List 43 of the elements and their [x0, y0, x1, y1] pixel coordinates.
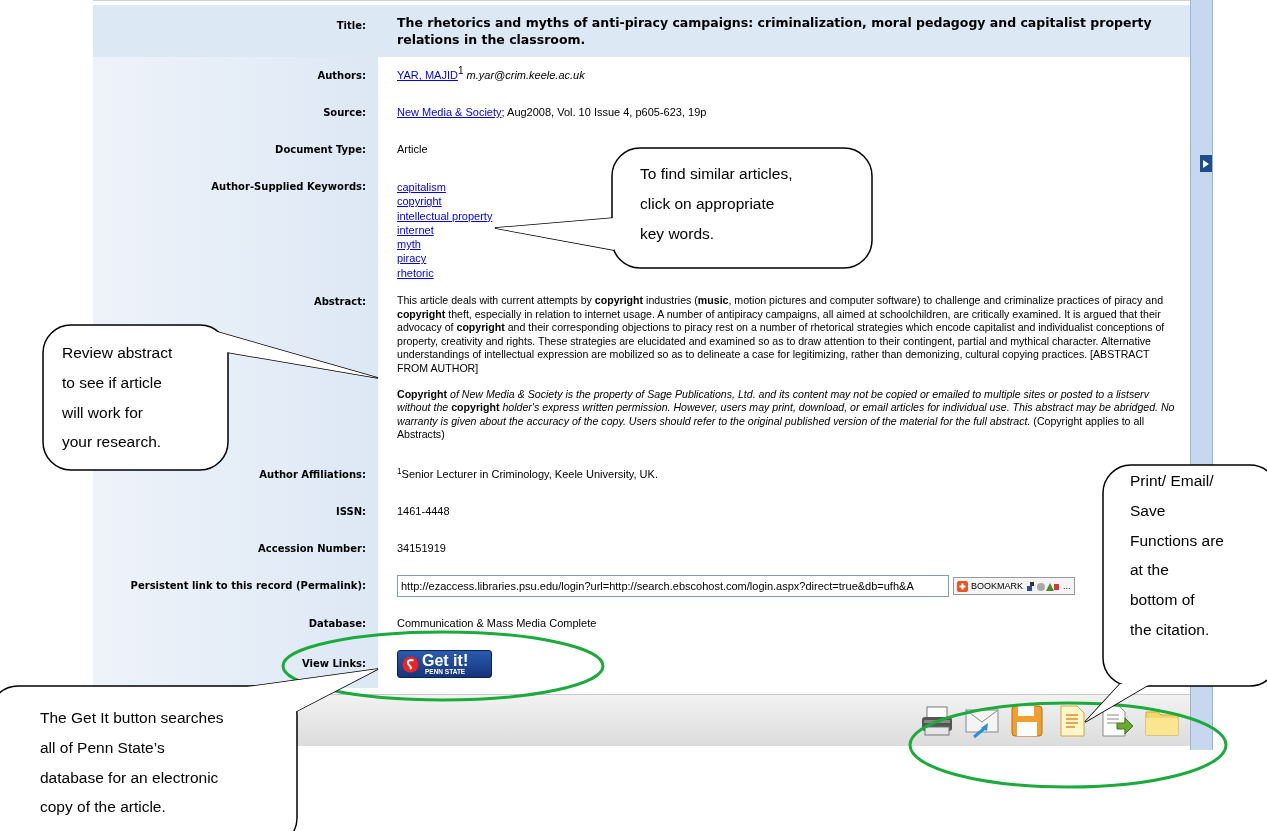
callout-text: Review abstract to see if article will work for your research. [62, 343, 173, 453]
expand-button[interactable] [1200, 155, 1212, 172]
keyword-link[interactable]: capitalism [397, 180, 446, 195]
field-value: Communication & Mass Media Complete [397, 617, 597, 629]
keyword-link[interactable]: internet [397, 222, 434, 238]
field-label: View Links: [302, 658, 366, 669]
field-label: Database: [308, 618, 366, 629]
expand-icon [1203, 159, 1209, 168]
plus-icon [957, 580, 968, 592]
field-value: 34151919 [397, 542, 446, 554]
record-title: The rhetorics and myths of anti-piracy campaigns: criminalization, moral pedagogy and capitalist property relations in the classroom. [397, 15, 1152, 47]
keyword-link[interactable]: myth [397, 237, 421, 252]
footnote-mark: 1 [457, 65, 464, 76]
field-label: Persistent link to this record (Permalink): [130, 580, 366, 591]
field-label: Author Affiliations: [259, 469, 366, 480]
abstract-paragraph: Copyright of New Media & Society is the property of Sage Publications, Ltd. and its content may not be copied or emailed to multiple sites or posted to a listserv without the copyright holder's express written permission. However, users may print, download, or email articles for individual use. This abstract may be abridged. No warranty is given about the accuracy of the copy. Users should refer to the original published version of the material for the full abstract. (Copyright applies to all Abstracts) [397, 387, 1175, 442]
field-label: Author-Supplied Keywords: [211, 181, 366, 192]
keyword-link[interactable]: copyright [397, 194, 442, 209]
author-link[interactable]: YAR, MAJID [397, 69, 458, 81]
field-label: Accession Number: [258, 543, 366, 554]
author-email: m.yar@crim.keele.ac.uk [466, 69, 585, 81]
source-link[interactable]: New Media & Society [397, 106, 502, 118]
share-icons-drawing [1026, 580, 1060, 592]
callout-text: Print/ Email/ Save Functions are at the bottom of the citation. [1130, 471, 1224, 640]
bookmark-button[interactable]: BOOKMARK ... [953, 577, 1075, 595]
field-label: ISSN: [335, 506, 366, 517]
field-label: Authors: [317, 70, 366, 81]
keyword-link[interactable]: piracy [397, 251, 427, 266]
field-value: 1461-4448 [397, 505, 450, 517]
abstract-paragraph: This article deals with current attempts by copyright industries (music, motion pictures and computer software) to challenge and criminalize practices of piracy and copyright theft, especially in relation to internet usage. A number of antipiracy campaigns, all aimed at schoolchildren, are critically examined. It is argued that their advocacy of copyright and their corresponding objections to piracy rest on a number of rhetorical strategies which encode capitalist and individualist conceptions of property, creativity and rights. These strategies are elucidated and examined so as to draw attention to their contingent, partial and mythical character. Alternative understandings of intellectual expression are mobilized so as to delineate a case for legitimizing, rather than demonizing, cultural copying practices. [ABSTRACT FROM AUTHOR] [397, 294, 1166, 376]
field-label: Source: [323, 107, 366, 118]
permalink-field[interactable]: http://ezaccess.libraries.psu.edu/login?url=http://search.ebscohost.com/login.aspx?direct=true&db=ufh&A [397, 575, 949, 597]
source-details: ; Aug2008, Vol. 10 Issue 4, p605-623, 19p [501, 106, 707, 118]
keyword-link[interactable]: intellectual property [397, 208, 493, 223]
callout-text: To find similar articles, click on appropriate key words. [640, 164, 793, 244]
field-label: Document Type: [275, 144, 366, 155]
callout-text: The Get It button searches all of Penn State’s database for an electronic copy of the article. [40, 708, 224, 818]
field-label: Abstract: [313, 296, 366, 308]
field-value: Article [397, 143, 428, 155]
keyword-link[interactable]: rhetoric [397, 265, 434, 281]
logo-icon [402, 655, 419, 673]
field-value: $^{1}$Senior Lecturer in Criminology, Keele University, UK. [397, 468, 658, 480]
field-label: Title: [336, 20, 366, 31]
